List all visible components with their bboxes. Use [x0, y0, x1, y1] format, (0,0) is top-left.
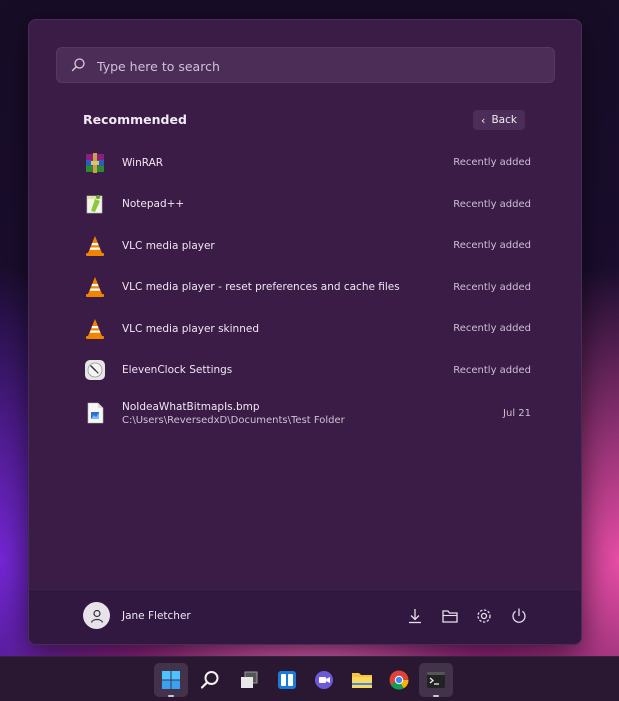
search-input[interactable]	[95, 48, 539, 84]
chat-icon	[315, 671, 333, 689]
task-view-icon	[241, 671, 258, 688]
item-name: ElevenClock Settings	[122, 364, 233, 377]
file-explorer-icon[interactable]	[441, 607, 459, 625]
chat-button[interactable]	[307, 663, 341, 697]
list-item[interactable]: VLC media player - reset preferences and…	[75, 267, 535, 309]
search-icon	[71, 58, 85, 72]
chrome-icon	[389, 670, 409, 690]
item-status: Recently added	[453, 364, 531, 376]
back-button-label: Back	[491, 114, 517, 126]
item-path: C:\Users\ReversedxD\Documents\Test Folde…	[122, 414, 345, 426]
start-menu: Recommended ‹ Back WinRAR Recently added	[28, 19, 582, 645]
task-view-button[interactable]	[232, 663, 266, 697]
user-icon	[90, 609, 103, 623]
winrar-icon	[86, 152, 104, 173]
list-item[interactable]: VLC media player Recently added	[75, 225, 535, 267]
search-box[interactable]	[56, 47, 555, 84]
chevron-left-icon: ‹	[481, 113, 486, 127]
avatar[interactable]	[83, 602, 110, 629]
file-explorer-icon	[352, 673, 372, 688]
item-name: VLC media player skinned	[122, 322, 259, 335]
taskbar	[0, 656, 619, 701]
list-item[interactable]: ElevenClock Settings Recently added	[75, 350, 535, 392]
terminal-icon	[427, 672, 445, 688]
notepadpp-icon	[86, 195, 103, 214]
terminal-button[interactable]	[419, 663, 453, 697]
start-icon	[162, 671, 180, 689]
item-name: VLC media player	[122, 239, 215, 252]
list-item[interactable]: NoIdeaWhatBitmapIs.bmp C:\Users\Reversed…	[75, 392, 535, 434]
item-status: Recently added	[453, 281, 531, 293]
start-footer: Jane Fletcher	[29, 589, 581, 644]
active-indicator	[433, 695, 439, 697]
list-item[interactable]: Notepad++ Recently added	[75, 184, 535, 226]
widgets-icon	[278, 671, 296, 689]
item-name: WinRAR	[122, 156, 164, 169]
chrome-button[interactable]	[382, 663, 416, 697]
user-name[interactable]: Jane Fletcher	[122, 610, 191, 622]
item-date: Jul 21	[503, 407, 531, 419]
list-item[interactable]: VLC media player skinned Recently added	[75, 308, 535, 350]
active-indicator	[168, 695, 174, 697]
item-text: NoIdeaWhatBitmapIs.bmp C:\Users\Reversed…	[122, 401, 503, 426]
vlc-icon	[86, 318, 104, 339]
power-icon[interactable]	[510, 607, 528, 625]
item-name: NoIdeaWhatBitmapIs.bmp	[122, 400, 260, 413]
downloads-icon[interactable]	[406, 607, 424, 625]
recommended-list: WinRAR Recently added Notepad++ Recently…	[75, 142, 535, 434]
item-status: Recently added	[453, 198, 531, 210]
elevenclock-icon	[85, 360, 105, 381]
widgets-button[interactable]	[270, 663, 304, 697]
bitmap-file-icon	[87, 402, 104, 424]
item-name: Notepad++	[122, 198, 185, 211]
start-button[interactable]	[154, 663, 188, 697]
taskbar-search-button[interactable]	[193, 663, 227, 697]
section-title: Recommended	[83, 112, 187, 127]
list-item[interactable]: WinRAR Recently added	[75, 142, 535, 184]
vlc-icon	[86, 277, 104, 298]
back-button[interactable]: ‹ Back	[473, 110, 525, 130]
item-name: VLC media player - reset preferences and…	[122, 281, 400, 294]
settings-icon[interactable]	[475, 607, 493, 625]
item-status: Recently added	[453, 157, 531, 169]
search-icon	[200, 671, 219, 689]
item-status: Recently added	[453, 323, 531, 335]
vlc-icon	[86, 235, 104, 256]
file-explorer-button[interactable]	[345, 663, 379, 697]
item-status: Recently added	[453, 240, 531, 252]
